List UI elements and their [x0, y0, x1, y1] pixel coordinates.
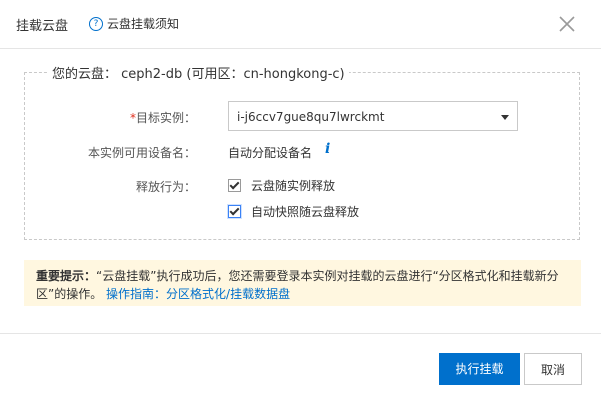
target-instance-label: *目标实例：	[82, 109, 196, 126]
release-behavior-label: 释放行为：	[135, 180, 196, 194]
checkbox-checked-icon	[228, 205, 241, 218]
snapshot-release-label: 自动快照随云盘释放	[251, 205, 360, 219]
guide-link[interactable]: 操作指南：分区格式化/挂载数据盘	[106, 287, 290, 301]
target-instance-value: i-j6ccv7gue8qu7lwrckmt	[237, 110, 385, 124]
dialog-title: 挂载云盘	[16, 19, 69, 34]
snapshot-release-checkbox[interactable]: 自动快照随云盘释放	[228, 203, 359, 220]
notice-prefix: 重要提示：	[36, 269, 97, 283]
important-notice: 重要提示：“云盘挂载”执行成功后，您还需要登录本实例对挂载的云盘进行“分区格式化…	[24, 260, 581, 306]
target-instance-text: 目标实例：	[135, 111, 196, 125]
device-name-label: 本实例可用设备名：	[87, 146, 196, 160]
checkbox-checked-icon	[228, 179, 241, 192]
info-icon[interactable]: i	[325, 141, 330, 157]
release-with-instance-checkbox[interactable]: 云盘随实例释放	[228, 177, 335, 194]
help-text: 云盘挂载须知	[107, 17, 180, 31]
help-link[interactable]: ? 云盘挂载须知	[89, 15, 179, 32]
release-with-instance-label: 云盘随实例释放	[251, 179, 336, 193]
cancel-button[interactable]: 取消	[524, 353, 582, 385]
disk-legend: 您的云盘： ceph2-db (可用区：cn-hongkong-c)	[48, 63, 349, 82]
chevron-down-icon	[501, 115, 509, 120]
question-icon: ?	[89, 16, 103, 31]
target-instance-select[interactable]: i-j6ccv7gue8qu7lwrckmt	[228, 101, 518, 131]
dialog-header: 挂载云盘 ? 云盘挂载须知	[0, 0, 601, 49]
confirm-attach-button[interactable]: 执行挂载	[439, 353, 520, 385]
device-name-value: 自动分配设备名	[228, 146, 313, 160]
dialog-footer-divider	[0, 333, 601, 334]
close-icon[interactable]	[555, 12, 579, 36]
